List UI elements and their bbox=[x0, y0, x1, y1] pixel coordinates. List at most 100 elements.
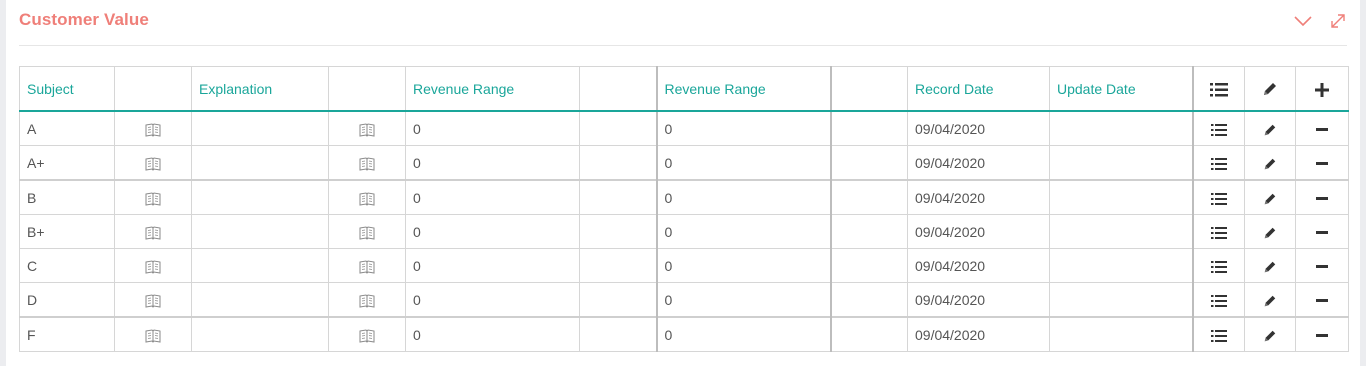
plus-icon[interactable] bbox=[1315, 82, 1329, 97]
cell-subject: A bbox=[19, 110, 115, 146]
book-icon[interactable] bbox=[145, 260, 161, 274]
col-header-subject[interactable]: Subject bbox=[19, 66, 115, 112]
book-icon[interactable] bbox=[145, 226, 161, 240]
cell-subject: B bbox=[19, 179, 115, 215]
panel-header: Customer Value bbox=[6, 0, 1360, 44]
book-icon[interactable] bbox=[145, 123, 161, 137]
cell-explanation-translate bbox=[328, 316, 406, 352]
cell-subject-translate bbox=[114, 282, 192, 318]
book-icon[interactable] bbox=[359, 260, 375, 274]
cell-explanation bbox=[191, 214, 329, 249]
cell-revenue-to-extra bbox=[829, 282, 908, 318]
pencil-icon[interactable] bbox=[1263, 294, 1277, 308]
list-icon[interactable] bbox=[1210, 157, 1227, 170]
col-header-explanation[interactable]: Explanation bbox=[191, 66, 329, 112]
cell-explanation bbox=[191, 316, 329, 352]
pencil-icon[interactable] bbox=[1263, 192, 1277, 206]
table-row[interactable]: F 0 0 09/04/2020 bbox=[19, 316, 1349, 352]
pencil-icon[interactable] bbox=[1263, 260, 1277, 274]
cell-subject: A+ bbox=[19, 145, 115, 181]
cell-record-date: 09/04/2020 bbox=[907, 248, 1050, 283]
cell-details bbox=[1191, 110, 1245, 146]
table-row[interactable]: A+ 0 0 09/04/2020 bbox=[19, 145, 1349, 181]
cell-revenue-from: 0 bbox=[405, 248, 580, 283]
minus-icon[interactable] bbox=[1316, 230, 1328, 235]
cell-revenue-from-extra bbox=[579, 248, 657, 283]
cell-subject-translate bbox=[114, 179, 192, 215]
cell-subject: D bbox=[19, 282, 115, 318]
col-header-update-date[interactable]: Update Date bbox=[1049, 66, 1193, 112]
cell-explanation-translate bbox=[328, 282, 406, 318]
cell-explanation bbox=[191, 282, 329, 318]
cell-explanation bbox=[191, 145, 329, 181]
table-row[interactable]: A 0 0 09/04/2020 bbox=[19, 110, 1349, 146]
minus-icon[interactable] bbox=[1316, 264, 1328, 269]
cell-revenue-from-extra bbox=[579, 214, 657, 249]
list-icon[interactable] bbox=[1210, 226, 1227, 239]
book-icon[interactable] bbox=[359, 329, 375, 343]
cell-edit bbox=[1244, 145, 1296, 181]
cell-edit bbox=[1244, 214, 1296, 249]
cell-delete bbox=[1295, 282, 1349, 318]
cell-subject: B+ bbox=[19, 214, 115, 249]
list-icon[interactable] bbox=[1210, 192, 1227, 205]
table-row[interactable]: B+ 0 0 09/04/2020 bbox=[19, 214, 1349, 249]
cell-details bbox=[1191, 179, 1245, 215]
cell-edit bbox=[1244, 110, 1296, 146]
expand-icon[interactable] bbox=[1328, 11, 1348, 31]
cell-record-date: 09/04/2020 bbox=[907, 282, 1050, 318]
col-header-revenue-to[interactable]: Revenue Range bbox=[655, 66, 831, 112]
cell-update-date bbox=[1049, 282, 1193, 318]
pencil-icon[interactable] bbox=[1263, 157, 1277, 171]
col-header-explanation-translate bbox=[328, 66, 406, 112]
table-row[interactable]: C 0 0 09/04/2020 bbox=[19, 248, 1349, 283]
cell-revenue-to: 0 bbox=[655, 316, 831, 352]
pencil-icon[interactable] bbox=[1263, 329, 1277, 343]
book-icon[interactable] bbox=[145, 192, 161, 206]
book-icon[interactable] bbox=[359, 192, 375, 206]
cell-revenue-from: 0 bbox=[405, 110, 580, 146]
col-header-record-date[interactable]: Record Date bbox=[907, 66, 1050, 112]
list-icon[interactable] bbox=[1209, 82, 1228, 97]
pencil-icon[interactable] bbox=[1263, 226, 1277, 240]
col-header-revenue-to-extra bbox=[829, 66, 908, 112]
col-header-revenue-from[interactable]: Revenue Range bbox=[405, 66, 580, 112]
minus-icon[interactable] bbox=[1316, 161, 1328, 166]
cell-subject-translate bbox=[114, 316, 192, 352]
cell-edit bbox=[1244, 248, 1296, 283]
cell-revenue-from-extra bbox=[579, 110, 657, 146]
minus-icon[interactable] bbox=[1316, 333, 1328, 338]
cell-revenue-to-extra bbox=[829, 316, 908, 352]
cell-subject-translate bbox=[114, 110, 192, 146]
cell-revenue-to: 0 bbox=[655, 214, 831, 249]
list-icon[interactable] bbox=[1210, 294, 1227, 307]
book-icon[interactable] bbox=[359, 123, 375, 137]
book-icon[interactable] bbox=[145, 329, 161, 343]
table-row[interactable]: D 0 0 09/04/2020 bbox=[19, 282, 1349, 318]
cell-details bbox=[1191, 316, 1245, 352]
cell-explanation-translate bbox=[328, 248, 406, 283]
cell-delete bbox=[1295, 110, 1349, 146]
list-icon[interactable] bbox=[1210, 329, 1227, 342]
minus-icon[interactable] bbox=[1316, 196, 1328, 201]
table-row[interactable]: B 0 0 09/04/2020 bbox=[19, 179, 1349, 215]
cell-subject: F bbox=[19, 316, 115, 352]
cell-update-date bbox=[1049, 110, 1193, 146]
book-icon[interactable] bbox=[359, 157, 375, 171]
list-icon[interactable] bbox=[1210, 260, 1227, 273]
book-icon[interactable] bbox=[359, 294, 375, 308]
chevron-down-icon[interactable] bbox=[1293, 11, 1313, 31]
list-icon[interactable] bbox=[1210, 123, 1227, 136]
cell-revenue-from: 0 bbox=[405, 316, 580, 352]
book-icon[interactable] bbox=[145, 157, 161, 171]
cell-record-date: 09/04/2020 bbox=[907, 145, 1050, 181]
col-header-edit bbox=[1244, 66, 1296, 112]
cell-subject-translate bbox=[114, 214, 192, 249]
book-icon[interactable] bbox=[359, 226, 375, 240]
minus-icon[interactable] bbox=[1316, 127, 1328, 132]
cell-delete bbox=[1295, 145, 1349, 181]
book-icon[interactable] bbox=[145, 294, 161, 308]
pencil-icon[interactable] bbox=[1263, 123, 1277, 137]
pencil-icon[interactable] bbox=[1262, 81, 1278, 97]
minus-icon[interactable] bbox=[1316, 298, 1328, 303]
